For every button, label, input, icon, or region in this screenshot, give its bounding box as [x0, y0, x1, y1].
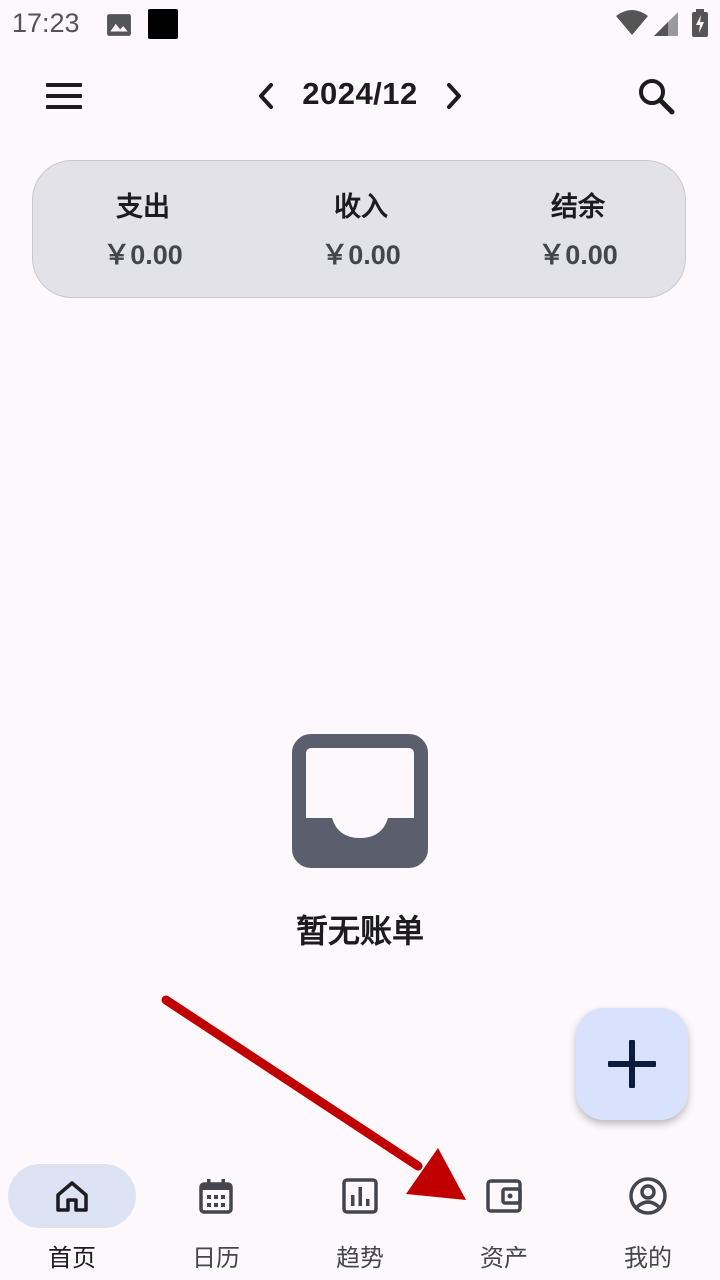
expense-value: ￥0.00 [103, 240, 183, 270]
home-icon [56, 1181, 88, 1212]
chevron-right-icon [447, 83, 461, 109]
account-icon [629, 1177, 667, 1215]
menu-icon [46, 83, 82, 109]
nav-label-profile: 我的 [624, 1244, 672, 1272]
menu-button[interactable] [34, 68, 94, 124]
search-button[interactable] [626, 70, 686, 122]
status-bar: 17:23 [0, 0, 720, 50]
chart-icon [342, 1178, 378, 1214]
chevron-left-icon [259, 83, 273, 109]
plus-icon [608, 1040, 656, 1088]
nav-item-profile[interactable]: 我的 [576, 1150, 720, 1280]
nav-label-assets: 资产 [480, 1244, 528, 1272]
balance-label: 结余 [551, 192, 605, 223]
summary-card: 支出 ￥0.00 收入 ￥0.00 结余 ￥0.00 [32, 160, 686, 298]
add-bill-button[interactable] [576, 1008, 688, 1120]
balance-summary: 结余 ￥0.00 [478, 189, 678, 275]
month-title[interactable]: 2024/12 [290, 76, 430, 112]
previous-month-button[interactable] [246, 72, 286, 120]
nav-item-trends[interactable]: 趋势 [288, 1150, 432, 1280]
wifi-icon [616, 10, 648, 35]
signal-icon [654, 12, 678, 36]
status-time: 17:23 [12, 8, 80, 38]
bottom-navigation: 首页 日历 趋势 资产 我的 [0, 1150, 720, 1280]
battery-icon [692, 9, 708, 37]
nav-label-calendar: 日历 [192, 1244, 240, 1272]
app-bar: 2024/12 [0, 56, 720, 136]
screen: 17:23 2024/12 支出 ￥0.00 收入 ￥0.00 结余 ￥0.00… [0, 0, 720, 1280]
wallet-icon [486, 1179, 522, 1213]
empty-state-text: 暂无账单 [295, 912, 424, 950]
image-icon [107, 14, 131, 36]
expense-summary: 支出 ￥0.00 [43, 189, 243, 275]
balance-value: ￥0.00 [538, 240, 618, 270]
search-icon [639, 79, 675, 115]
inbox-icon [292, 734, 428, 868]
nav-item-calendar[interactable]: 日历 [144, 1150, 288, 1280]
nav-item-assets[interactable]: 资产 [432, 1150, 576, 1280]
next-month-button[interactable] [434, 72, 474, 120]
nav-item-home[interactable]: 首页 [0, 1150, 144, 1280]
income-value: ￥0.00 [321, 240, 401, 270]
calendar-icon [199, 1179, 233, 1214]
income-summary: 收入 ￥0.00 [261, 189, 461, 275]
income-label: 收入 [334, 192, 388, 223]
nav-label-home: 首页 [48, 1244, 96, 1272]
expense-label: 支出 [116, 192, 170, 223]
nav-label-trends: 趋势 [336, 1244, 384, 1272]
black-square-icon [148, 9, 178, 39]
